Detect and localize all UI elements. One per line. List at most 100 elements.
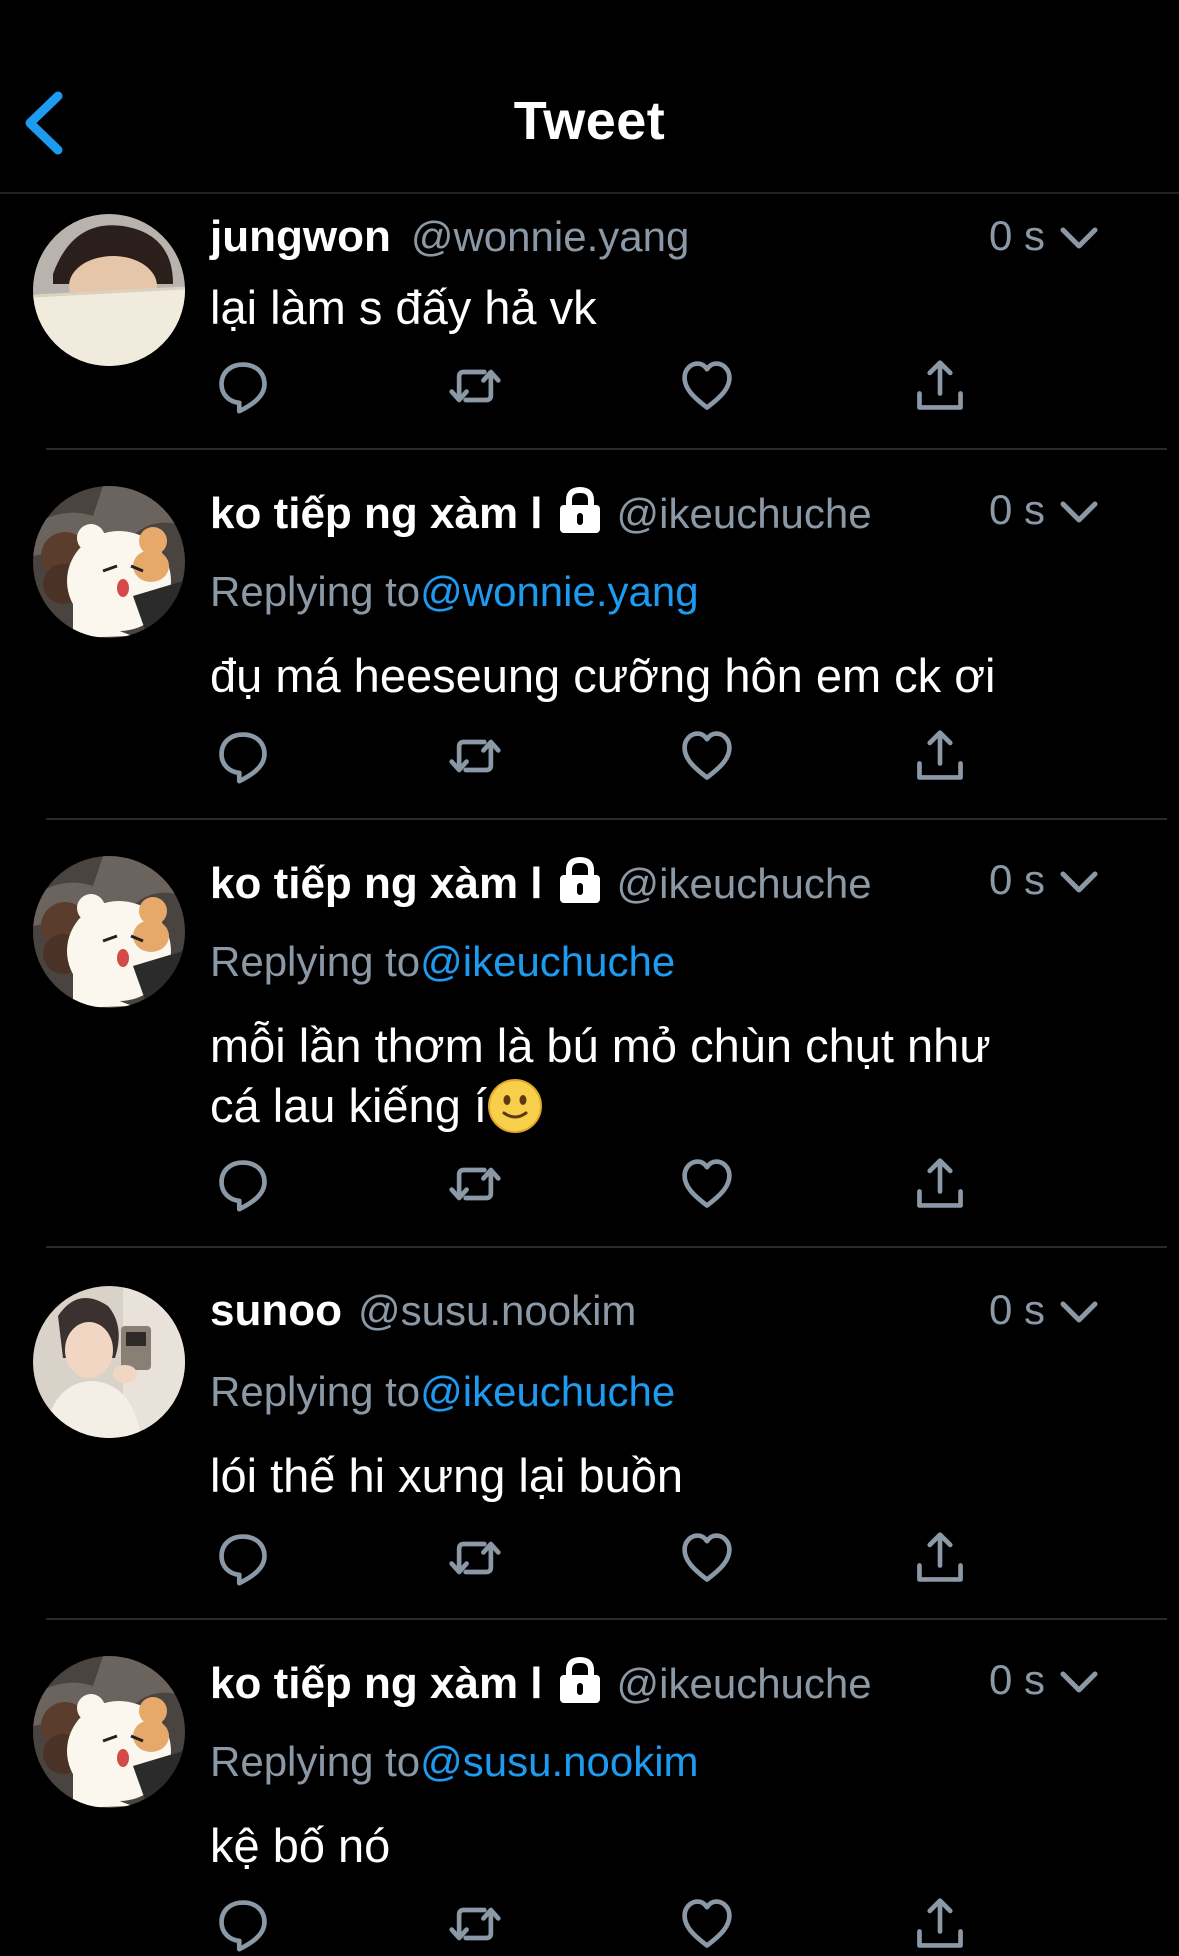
- page-title: Tweet: [513, 91, 666, 151]
- share-button[interactable]: [912, 358, 972, 418]
- share-button[interactable]: [912, 728, 972, 788]
- reply-icon: [215, 728, 271, 784]
- tweet[interactable]: ko tiếp ng xàm l @ikeuchuche 0 s Replying…: [0, 450, 1179, 820]
- tweet-actions: [210, 1530, 1010, 1590]
- share-button[interactable]: [912, 1896, 972, 1956]
- tweet-actions: [210, 728, 1010, 788]
- tweet[interactable]: sunoo @susu.nookim 0 s Replying to@ikeuch…: [0, 1250, 1179, 1620]
- reply-icon: [215, 1530, 271, 1586]
- avatar[interactable]: [33, 1286, 185, 1438]
- replying-to: Replying to@ikeuchuche: [210, 938, 675, 986]
- tweet-actions: [210, 1156, 1010, 1216]
- reply-button[interactable]: [215, 1896, 275, 1956]
- retweet-button[interactable]: [447, 728, 507, 788]
- like-button[interactable]: [679, 728, 739, 788]
- user-handle[interactable]: @ikeuchuche: [617, 490, 872, 537]
- tweet-text: kệ bố nó: [210, 1819, 391, 1872]
- retweet-icon: [447, 1530, 503, 1586]
- reply-button[interactable]: [215, 728, 275, 788]
- chevron-down-icon[interactable]: [1059, 868, 1099, 898]
- chevron-down-icon[interactable]: [1059, 1298, 1099, 1328]
- tweet-text-fragment: cá lau kiếng í: [210, 1079, 487, 1132]
- replying-label: Replying to: [210, 1368, 421, 1415]
- replying-to: Replying to@wonnie.yang: [210, 568, 699, 616]
- user-handle[interactable]: @ikeuchuche: [617, 1660, 872, 1707]
- tweet-actions: [210, 1896, 1010, 1956]
- replying-handle-link[interactable]: @ikeuchuche: [420, 938, 675, 985]
- chevron-down-icon[interactable]: [1059, 1668, 1099, 1698]
- like-button[interactable]: [679, 1156, 739, 1216]
- avatar[interactable]: [33, 1656, 185, 1808]
- retweet-icon: [447, 1156, 503, 1212]
- retweet-icon: [447, 1896, 503, 1952]
- tweet-text: lại làm s đấy hả vk: [210, 281, 597, 334]
- tweet-header: ko tiếp ng xàm l @ikeuchuche 0 s: [210, 1656, 1159, 1716]
- like-button[interactable]: [679, 1530, 739, 1590]
- tweet-text: đụ má heeseung cưỡng hôn em ck ơi: [210, 649, 996, 702]
- user-handle[interactable]: @wonnie.yang: [411, 213, 689, 260]
- replying-label: Replying to: [210, 568, 421, 615]
- display-name[interactable]: jungwon: [210, 212, 391, 261]
- timestamp: 0 s: [988, 212, 1045, 259]
- tweet-header: ko tiếp ng xàm l @ikeuchuche 0 s: [210, 486, 1159, 546]
- like-button[interactable]: [679, 358, 739, 418]
- tweet-text-line: mỗi lần thơm là bú mỏ chùn chụt như: [210, 1019, 991, 1072]
- lock-icon: [557, 486, 603, 534]
- tweet-actions: [210, 358, 1010, 418]
- heart-icon: [679, 1156, 735, 1212]
- display-name[interactable]: ko tiếp ng xàm l: [210, 859, 543, 908]
- avatar[interactable]: [33, 856, 185, 1008]
- replying-handle-link[interactable]: @susu.nookim: [420, 1738, 698, 1785]
- display-name[interactable]: sunoo: [210, 1286, 342, 1335]
- reply-icon: [215, 1896, 271, 1952]
- share-icon: [912, 1156, 968, 1212]
- chevron-down-icon[interactable]: [1059, 224, 1099, 254]
- display-name[interactable]: ko tiếp ng xàm l: [210, 489, 543, 538]
- timestamp: 0 s: [988, 1656, 1045, 1703]
- replying-handle-link[interactable]: @wonnie.yang: [420, 568, 698, 615]
- heart-icon: [679, 358, 735, 414]
- lock-icon: [557, 856, 603, 904]
- heart-icon: [679, 1530, 735, 1586]
- tweet-text-line: cá lau kiếng í: [210, 1076, 1119, 1136]
- top-nav-bar: Tweet: [0, 0, 1179, 194]
- display-name[interactable]: ko tiếp ng xàm l: [210, 1659, 543, 1708]
- tweet-header: sunoo @susu.nookim 0 s: [210, 1286, 1159, 1346]
- avatar[interactable]: [33, 214, 185, 366]
- timestamp: 0 s: [988, 486, 1045, 533]
- replying-handle-link[interactable]: @ikeuchuche: [420, 1368, 675, 1415]
- tweet-text: lói thế hi xưng lại buồn: [210, 1449, 684, 1502]
- user-handle[interactable]: @susu.nookim: [358, 1287, 636, 1334]
- retweet-button[interactable]: [447, 358, 507, 418]
- timestamp: 0 s: [988, 1286, 1045, 1333]
- share-button[interactable]: [912, 1530, 972, 1590]
- replying-to: Replying to@susu.nookim: [210, 1738, 699, 1786]
- retweet-button[interactable]: [447, 1156, 507, 1216]
- reply-button[interactable]: [215, 1530, 275, 1590]
- tweet[interactable]: jungwon @wonnie.yang 0 s lại làm s đấy hả…: [0, 192, 1179, 450]
- reply-button[interactable]: [215, 358, 275, 418]
- tweet-text: mỗi lần thơm là bú mỏ chùn chụt như cá l…: [210, 1016, 1119, 1136]
- retweet-button[interactable]: [447, 1530, 507, 1590]
- share-icon: [912, 1530, 968, 1586]
- user-handle[interactable]: @ikeuchuche: [617, 860, 872, 907]
- retweet-icon: [447, 358, 503, 414]
- chevron-down-icon[interactable]: [1059, 498, 1099, 528]
- reply-icon: [215, 358, 271, 414]
- share-icon: [912, 358, 968, 414]
- share-button[interactable]: [912, 1156, 972, 1216]
- share-icon: [912, 1896, 968, 1952]
- heart-icon: [679, 1896, 735, 1952]
- avatar[interactable]: [33, 486, 185, 638]
- replying-label: Replying to: [210, 938, 421, 985]
- tweet[interactable]: ko tiếp ng xàm l @ikeuchuche 0 s Replying…: [0, 820, 1179, 1250]
- retweet-icon: [447, 728, 503, 784]
- retweet-button[interactable]: [447, 1896, 507, 1956]
- share-icon: [912, 728, 968, 784]
- reply-icon: [215, 1156, 271, 1212]
- tweet-header: jungwon @wonnie.yang 0 s: [210, 212, 1159, 272]
- reply-button[interactable]: [215, 1156, 275, 1216]
- like-button[interactable]: [679, 1896, 739, 1956]
- tweet[interactable]: ko tiếp ng xàm l @ikeuchuche 0 s Replying…: [0, 1620, 1179, 1920]
- timestamp: 0 s: [988, 856, 1045, 903]
